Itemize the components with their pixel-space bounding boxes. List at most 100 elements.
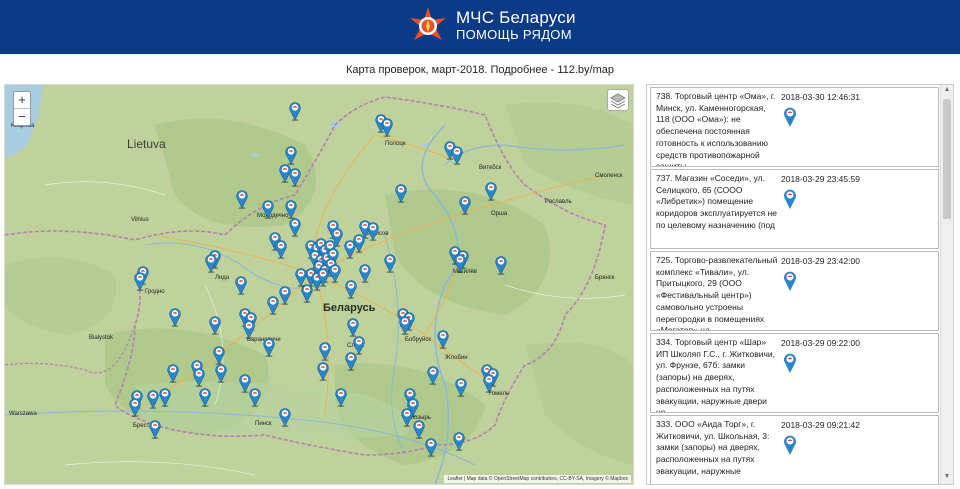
map-marker-icon[interactable]: [168, 307, 182, 327]
map-marker-icon[interactable]: [452, 431, 466, 451]
zoom-out-button[interactable]: −: [14, 108, 30, 125]
label-lida: Лида: [215, 275, 230, 281]
map-marker-icon[interactable]: [334, 387, 348, 407]
map-marker-icon[interactable]: [166, 363, 180, 383]
map-marker-icon[interactable]: [248, 387, 262, 407]
map-marker-icon[interactable]: [450, 145, 464, 165]
list-item[interactable]: 725. Торгово-развлекательный комплекс «Т…: [650, 251, 939, 331]
map-marker-icon[interactable]: [234, 275, 248, 295]
list-item[interactable]: 737. Магазин «Соседи», ул. Селицкого, 65…: [650, 169, 939, 249]
label-bryansk: Брянск: [595, 275, 615, 281]
map-marker-icon[interactable]: [426, 365, 440, 385]
map-marker-icon[interactable]: [284, 145, 298, 165]
entry-text: 334. Торговый центр «Шар» ИП Школяп Г.С.…: [656, 337, 776, 413]
inspection-map[interactable]: Lietuva Беларусь Klaipeda Vilnius Bialys…: [4, 84, 634, 485]
map-pin-icon[interactable]: [783, 270, 797, 292]
map-marker-icon[interactable]: [242, 319, 256, 339]
label-brest: Брест: [133, 423, 150, 429]
map-marker-icon[interactable]: [482, 373, 496, 393]
zoom-in-button[interactable]: +: [14, 92, 30, 108]
map-marker-icon[interactable]: [344, 351, 358, 371]
map-marker-icon[interactable]: [344, 279, 358, 299]
label-pinsk: Пинск: [255, 421, 272, 427]
label-lietuva: Lietuva: [127, 137, 166, 151]
map-marker-icon[interactable]: [208, 315, 222, 335]
map-marker-icon[interactable]: [128, 397, 142, 417]
map-marker-icon[interactable]: [261, 199, 275, 219]
map-marker-icon[interactable]: [214, 363, 228, 383]
label-belarus: Беларусь: [323, 302, 376, 314]
scroll-down-icon[interactable]: ▼: [942, 473, 952, 483]
map-marker-icon[interactable]: [158, 387, 172, 407]
map-marker-icon[interactable]: [288, 167, 302, 187]
label-bobruisk: Бобруйск: [405, 337, 431, 343]
map-marker-icon[interactable]: [262, 337, 276, 357]
inspection-list[interactable]: 738. Торговый центр «Ома», г. Минск, ул.…: [646, 84, 954, 485]
entry-date: 2018-03-29 09:21:42: [781, 420, 860, 430]
map-attribution[interactable]: Leaflet | Map data © OpenStreetMap contr…: [444, 475, 631, 483]
list-item[interactable]: 738. Торговый центр «Ома», г. Минск, ул.…: [650, 87, 939, 167]
map-marker-icon[interactable]: [133, 271, 147, 291]
map-marker-icon[interactable]: [366, 221, 380, 241]
map-marker-icon[interactable]: [398, 315, 412, 335]
label-roslavl: Рославль: [545, 199, 572, 205]
map-marker-icon[interactable]: [394, 183, 408, 203]
entry-date: 2018-03-29 23:45:59: [781, 174, 860, 184]
site-header: МЧС Беларуси ПОМОЩЬ РЯДОМ: [0, 0, 960, 54]
list-item[interactable]: 333. ООО «Аида Торг», г. Житковичи, ул. …: [650, 415, 939, 484]
map-marker-icon[interactable]: [484, 181, 498, 201]
map-marker-icon[interactable]: [284, 199, 298, 219]
map-marker-icon[interactable]: [148, 419, 162, 439]
map-marker-icon[interactable]: [383, 253, 397, 273]
map-marker-icon[interactable]: [436, 329, 450, 349]
entry-text: 738. Торговый центр «Ома», г. Минск, ул.…: [656, 91, 776, 167]
map-marker-icon[interactable]: [454, 377, 468, 397]
map-marker-icon[interactable]: [288, 101, 302, 121]
label-warszawa: Warszawa: [9, 411, 37, 417]
map-pin-icon[interactable]: [783, 434, 797, 456]
map-marker-icon[interactable]: [380, 117, 394, 137]
map-marker-icon[interactable]: [494, 255, 508, 275]
map-marker-icon[interactable]: [235, 189, 249, 209]
map-marker-icon[interactable]: [288, 217, 302, 237]
label-orsha: Орша: [491, 211, 508, 217]
layers-button[interactable]: [607, 89, 629, 111]
list-scrollbar[interactable]: ▲ ▼: [940, 85, 953, 484]
map-marker-icon[interactable]: [198, 387, 212, 407]
map-marker-icon[interactable]: [328, 263, 342, 283]
map-marker-icon[interactable]: [458, 195, 472, 215]
map-pin-icon[interactable]: [783, 352, 797, 374]
list-item[interactable]: 334. Торговый центр «Шар» ИП Школяп Г.С.…: [650, 333, 939, 413]
map-marker-icon[interactable]: [453, 253, 467, 273]
entry-text: 725. Торгово-развлекательный комплекс «Т…: [656, 255, 778, 331]
entry-text: 737. Магазин «Соседи», ул. Селицкого, 65…: [656, 173, 778, 230]
map-marker-icon[interactable]: [204, 253, 218, 273]
entry-date: 2018-03-29 23:42:00: [781, 256, 860, 266]
mchs-logo-icon: [410, 7, 446, 40]
map-marker-icon[interactable]: [266, 295, 280, 315]
map-marker-icon[interactable]: [316, 361, 330, 381]
map-marker-icon[interactable]: [412, 419, 426, 439]
map-marker-icon[interactable]: [294, 267, 308, 287]
scrollbar-thumb[interactable]: [943, 99, 951, 219]
brand-slogan: ПОМОЩЬ РЯДОМ: [456, 27, 572, 42]
map-marker-icon[interactable]: [146, 389, 160, 409]
map-pin-icon[interactable]: [783, 106, 797, 128]
entry-text: 333. ООО «Аида Торг», г. Житковичи, ул. …: [656, 419, 770, 476]
label-vilnius: Vilnius: [131, 217, 149, 223]
label-grodno: Гродно: [145, 289, 165, 295]
map-marker-icon[interactable]: [343, 239, 357, 259]
map-marker-icon[interactable]: [192, 367, 206, 387]
map-marker-icon[interactable]: [424, 437, 438, 457]
map-marker-icon[interactable]: [278, 285, 292, 305]
map-marker-icon[interactable]: [212, 345, 226, 365]
map-pin-icon[interactable]: [783, 188, 797, 210]
scroll-up-icon[interactable]: ▲: [942, 86, 952, 96]
label-bialystok: Bialystok: [89, 335, 114, 341]
map-marker-icon[interactable]: [358, 263, 372, 283]
map-marker-icon[interactable]: [346, 317, 360, 337]
map-marker-icon[interactable]: [318, 341, 332, 361]
brand-title: МЧС Беларуси: [456, 8, 576, 27]
map-marker-icon[interactable]: [274, 239, 288, 259]
map-marker-icon[interactable]: [278, 407, 292, 427]
